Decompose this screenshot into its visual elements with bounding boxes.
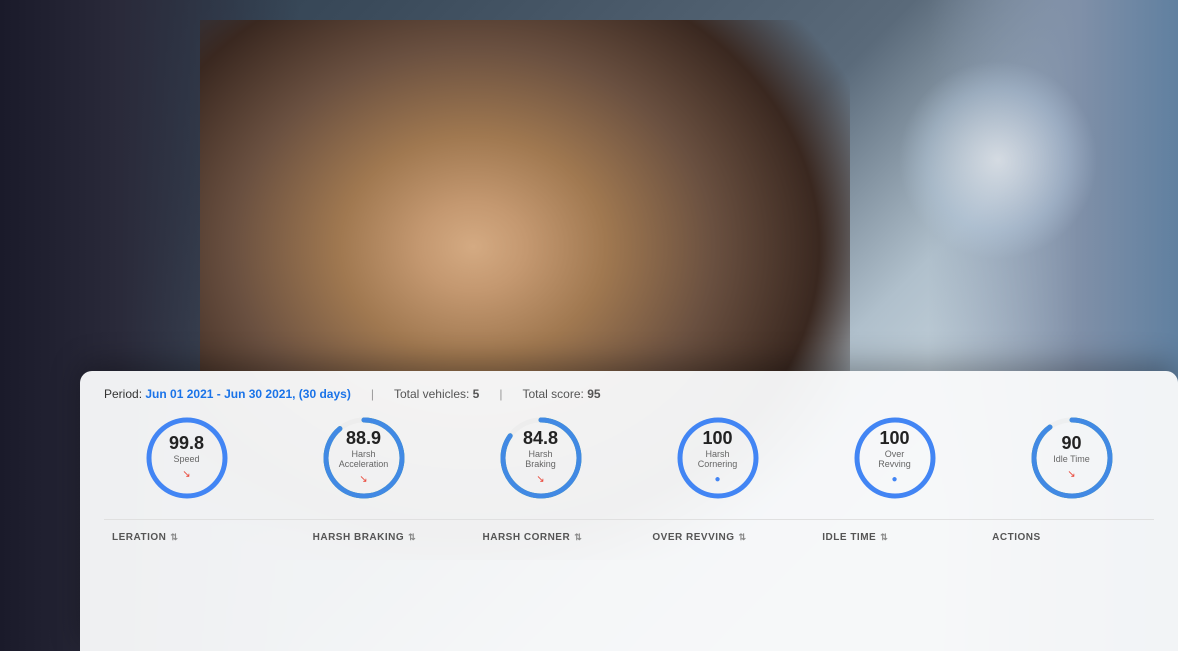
th-actions: ACTIONS: [984, 528, 1154, 547]
period-bar: Period: Jun 01 2021 - Jun 30 2021, (30 d…: [104, 387, 1154, 401]
sort-icon-over-revving: ⇅: [739, 532, 747, 543]
gauge-inner-idle-time: 90 Idle Time ↘: [1053, 434, 1090, 482]
th-label-harsh-corner: HARSH CORNER: [483, 532, 571, 543]
gauge-label-idle-time: Idle Time: [1053, 454, 1090, 464]
table-header: LERATION⇅HARSH BRAKING⇅HARSH CORNER⇅OVER…: [104, 519, 1154, 547]
gauges-row: 99.8 Speed ↘ 88.9 Harsh Acceleration ↘ 8…: [104, 413, 1154, 503]
th-over-revving[interactable]: OVER REVVING ⇅: [644, 528, 814, 547]
dashboard-panel: Period: Jun 01 2021 - Jun 30 2021, (30 d…: [80, 371, 1178, 651]
gauge-card-over-revving: 100 Over Revving ●: [812, 413, 977, 503]
gauge-card-harsh-braking: 84.8 Harsh Braking ↘: [458, 413, 623, 503]
gauge-label-harsh-acceleration: Harsh Acceleration: [339, 449, 389, 469]
light-blob-decoration: [898, 60, 1098, 260]
gauge-value-harsh-braking: 84.8: [518, 429, 563, 447]
gauge-value-harsh-acceleration: 88.9: [339, 429, 389, 447]
gauge-circle-speed: 99.8 Speed ↘: [142, 413, 232, 503]
gauge-label-speed: Speed: [169, 454, 204, 464]
gauge-card-speed: 99.8 Speed ↘: [104, 413, 269, 503]
gauge-inner-harsh-acceleration: 88.9 Harsh Acceleration ↘: [339, 429, 389, 487]
gauge-trend-speed: ↘: [182, 469, 190, 480]
gauge-circle-harsh-acceleration: 88.9 Harsh Acceleration ↘: [319, 413, 409, 503]
th-harsh-corner[interactable]: HARSH CORNER⇅: [475, 528, 645, 547]
gauge-value-over-revving: 100: [872, 429, 917, 447]
th-label-actions: ACTIONS: [992, 532, 1041, 543]
gauge-card-harsh-acceleration: 88.9 Harsh Acceleration ↘: [281, 413, 446, 503]
th-idle-time[interactable]: IDLE TIME ⇅: [814, 528, 984, 547]
gauge-label-over-revving: Over Revving: [872, 449, 917, 469]
th-label-harsh-braking: HARSH BRAKING: [313, 532, 405, 543]
gauge-trend-harsh-braking: ↘: [536, 474, 544, 485]
gauge-circle-idle-time: 90 Idle Time ↘: [1027, 413, 1117, 503]
gauge-trend-harsh-cornering: ●: [714, 474, 720, 485]
gauge-value-idle-time: 90: [1053, 434, 1090, 452]
total-vehicles: Total vehicles: 5: [394, 387, 479, 401]
total-score: Total score: 95: [522, 387, 600, 401]
th-harsh-braking[interactable]: HARSH BRAKING⇅: [305, 528, 475, 547]
gauge-circle-harsh-braking: 84.8 Harsh Braking ↘: [496, 413, 586, 503]
gauge-inner-harsh-braking: 84.8 Harsh Braking ↘: [518, 429, 563, 487]
gauge-value-harsh-cornering: 100: [695, 429, 740, 447]
th-label-over-revving: OVER REVVING: [652, 532, 734, 543]
gauge-trend-idle-time: ↘: [1067, 469, 1075, 480]
th-label-acceleration: LERATION: [112, 532, 166, 543]
sort-icon-idle-time: ⇅: [880, 532, 888, 543]
gauge-label-harsh-braking: Harsh Braking: [518, 449, 563, 469]
th-label-idle-time: IDLE TIME: [822, 532, 876, 543]
gauge-value-speed: 99.8: [169, 434, 204, 452]
th-acceleration[interactable]: LERATION ⇅: [104, 528, 305, 547]
sort-icon-harsh-braking: ⇅: [408, 532, 416, 543]
gauge-label-harsh-cornering: Harsh Cornering: [695, 449, 740, 469]
gauge-inner-speed: 99.8 Speed ↘: [169, 434, 204, 482]
sort-icon-acceleration: ⇅: [170, 532, 178, 543]
gauge-trend-over-revving: ●: [891, 474, 897, 485]
period-label: Period: Jun 01 2021 - Jun 30 2021, (30 d…: [104, 387, 351, 401]
gauge-inner-harsh-cornering: 100 Harsh Cornering ●: [695, 429, 740, 487]
gauge-inner-over-revving: 100 Over Revving ●: [872, 429, 917, 487]
sort-icon-harsh-corner: ⇅: [574, 532, 582, 543]
gauge-trend-harsh-acceleration: ↘: [359, 474, 367, 485]
gauge-circle-harsh-cornering: 100 Harsh Cornering ●: [673, 413, 763, 503]
gauge-card-idle-time: 90 Idle Time ↘: [989, 413, 1154, 503]
gauge-card-harsh-cornering: 100 Harsh Cornering ●: [635, 413, 800, 503]
gauge-circle-over-revving: 100 Over Revving ●: [850, 413, 940, 503]
